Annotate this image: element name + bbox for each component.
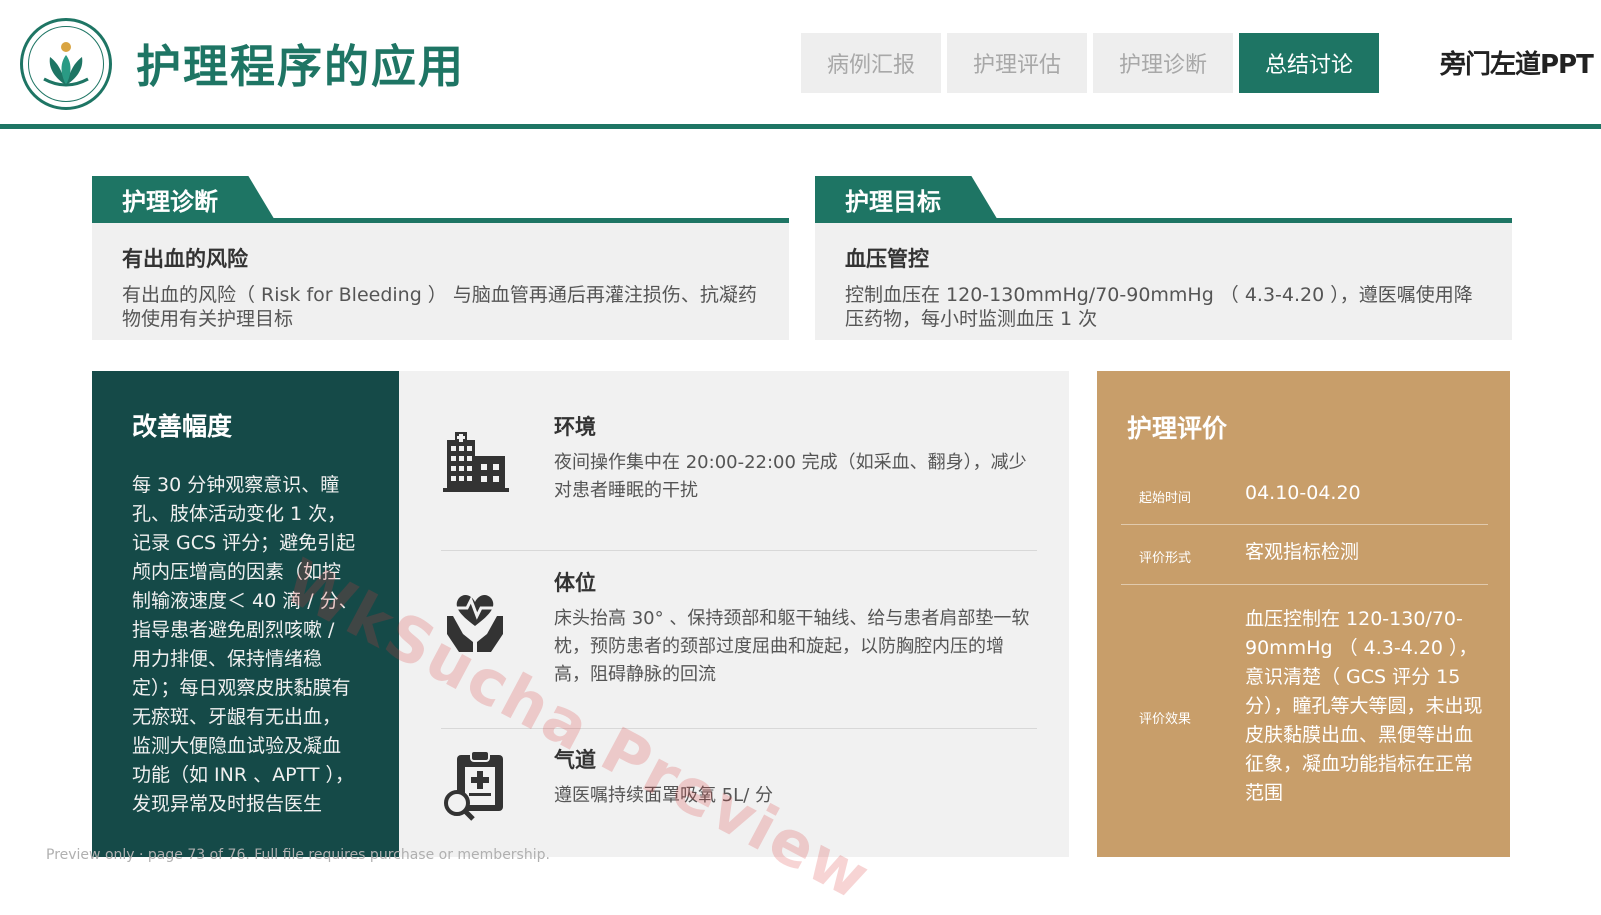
page-title: 护理程序的应用 <box>136 40 466 93</box>
item-title-position: 体位 <box>554 571 596 595</box>
clipboard-search-icon <box>439 749 511 821</box>
logo-emblem <box>28 26 104 102</box>
header-divider <box>0 124 1601 129</box>
eval-divider <box>1121 524 1488 525</box>
eval-label-form: 评价形式 <box>1139 551 1192 566</box>
lotus-icon <box>43 42 89 87</box>
evaluation-panel: 护理评价 起始时间 04.10-04.20 评价形式 客观指标检测 评价效果 血… <box>1097 371 1510 857</box>
hospital-icon <box>439 426 511 498</box>
diagnosis-panel: 有出血的风险 有出血的风险（ Risk for Bleeding ） 与脑血管再… <box>92 223 789 340</box>
tab-nursing-assessment[interactable]: 护理评估 <box>947 33 1087 93</box>
eval-value-start-time: 04.10-04.20 <box>1245 482 1361 504</box>
eval-label-start-time: 起始时间 <box>1139 491 1192 506</box>
tab-case-report[interactable]: 病例汇报 <box>801 33 941 93</box>
tab-summary-discussion[interactable]: 总结讨论 <box>1239 33 1379 93</box>
diagnosis-tab: 护理诊断 <box>92 176 276 222</box>
goal-tab: 护理目标 <box>815 176 999 222</box>
improvement-title: 改善幅度 <box>132 412 233 441</box>
improvement-text: 每 30 分钟观察意识、瞳孔、肢体活动变化 1 次，记录 GCS 评分；避免引起… <box>132 474 358 815</box>
tab-nursing-diagnosis[interactable]: 护理诊断 <box>1093 33 1233 93</box>
item-title-environment: 环境 <box>554 415 596 439</box>
item-divider <box>441 550 1037 551</box>
diagnosis-text: 有出血的风险（ Risk for Bleeding ） 与脑血管再通后再灌注损伤… <box>122 284 757 330</box>
hospital-logo <box>20 18 112 110</box>
goal-heading: 血压管控 <box>845 247 929 271</box>
eval-value-form: 客观指标检测 <box>1245 541 1360 563</box>
brand-logo-text: 旁门左道PPT <box>1440 50 1594 80</box>
item-text-position: 床头抬高 30° 、保持颈部和躯干轴线、给与患者肩部垫一软枕，预防患者的颈部过度… <box>554 608 1030 685</box>
item-text-environment: 夜间操作集中在 20:00-22:00 完成（如采血、翻身），减少对患者睡眠的干… <box>554 452 1027 501</box>
eval-label-effect: 评价效果 <box>1139 712 1192 727</box>
eval-value-effect: 血压控制在 120-130/70-90mmHg （ 4.3-4.20 ），意识清… <box>1245 608 1483 804</box>
preview-note: Preview only · page 73 of 76. Full file … <box>46 847 550 863</box>
goal-panel: 血压管控 控制血压在 120-130mmHg/70-90mmHg （ 4.3-4… <box>815 223 1512 340</box>
goal-text: 控制血压在 120-130mmHg/70-90mmHg （ 4.3-4.20 ）… <box>845 284 1473 330</box>
evaluation-title: 护理评价 <box>1127 414 1228 443</box>
eval-divider <box>1121 584 1488 585</box>
diagnosis-heading: 有出血的风险 <box>122 247 248 271</box>
